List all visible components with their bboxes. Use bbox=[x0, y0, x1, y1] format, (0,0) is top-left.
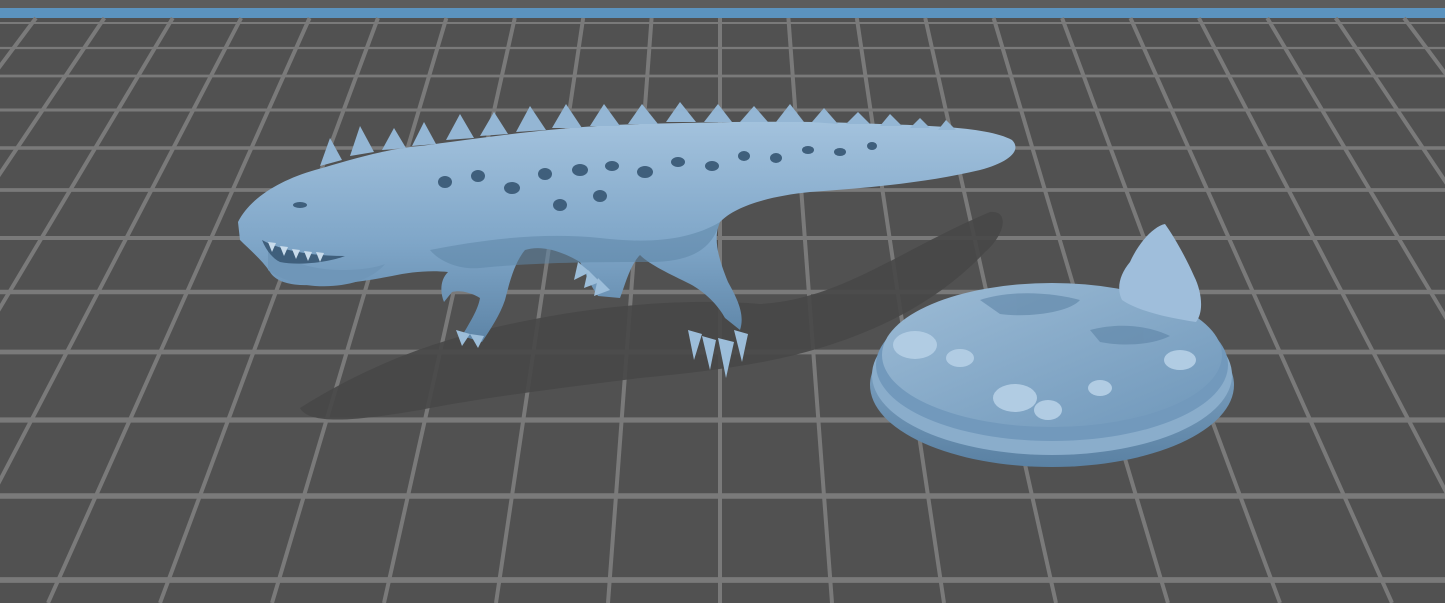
grid-line-vertical bbox=[1265, 16, 1445, 321]
grid-line-vertical bbox=[270, 17, 449, 603]
grid-line-vertical bbox=[1402, 16, 1445, 77]
3d-viewport[interactable] bbox=[0, 0, 1445, 603]
grid-line-vertical bbox=[1197, 17, 1445, 495]
grid-line-vertical bbox=[494, 17, 586, 603]
grid-line-vertical bbox=[0, 16, 38, 70]
scene-canvas[interactable] bbox=[0, 0, 1445, 603]
